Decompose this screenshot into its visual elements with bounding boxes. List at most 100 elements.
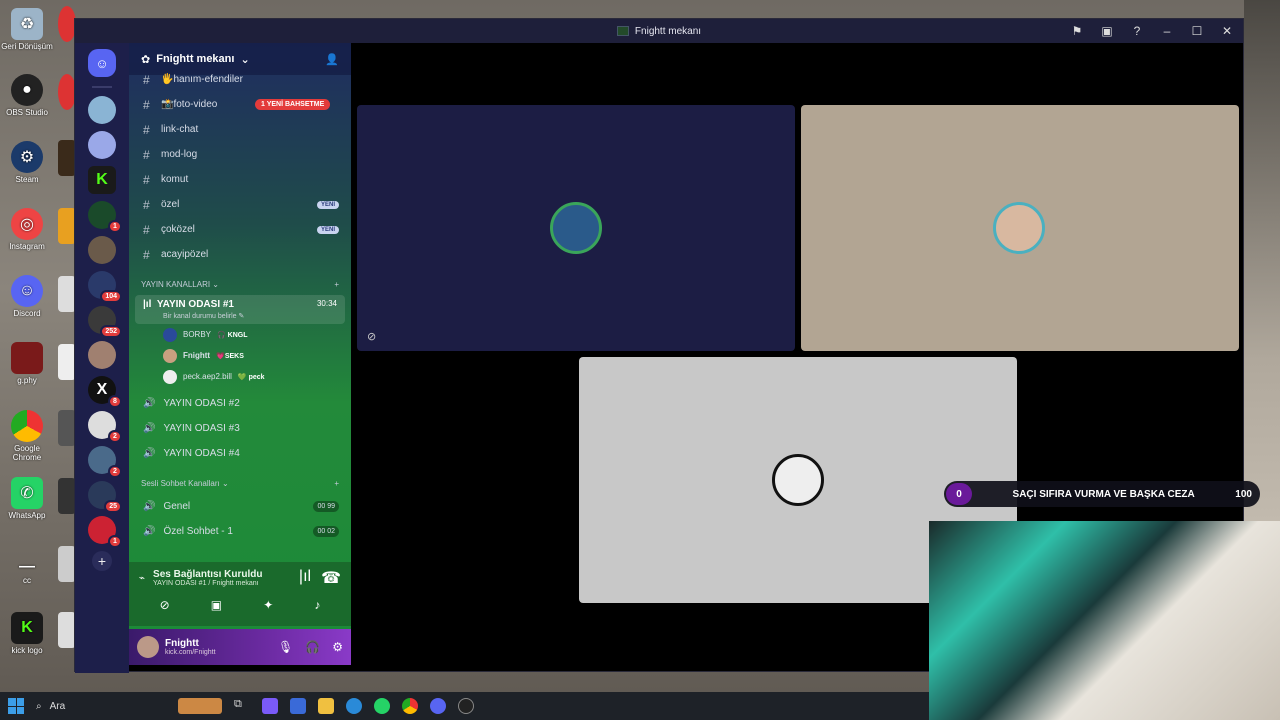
settings-gear-icon[interactable]: ⚙ xyxy=(332,640,343,654)
server-icon[interactable] xyxy=(88,341,116,369)
channel-status-prompt[interactable]: Bir kanal durumu belirle xyxy=(163,313,237,320)
voice-timer: 30:34 xyxy=(316,299,337,308)
server-icon[interactable] xyxy=(88,96,116,124)
server-icon[interactable]: 1 xyxy=(88,201,122,233)
desktop-icon-cc[interactable]: — cc xyxy=(0,558,54,585)
store-icon[interactable] xyxy=(290,698,306,714)
server-icon[interactable]: 2 xyxy=(88,411,122,443)
voice-user[interactable]: peck.aep2.bill 💚 peck xyxy=(129,366,351,387)
server-folder-icon[interactable]: 25 xyxy=(88,481,122,513)
channel-name: 🖐️hanım-efendiler xyxy=(161,74,243,85)
desktop-icon-chrome[interactable]: Google Chrome xyxy=(0,410,54,462)
voice-channel[interactable]: 🔊 Özel Sohbet - 1 00 02 xyxy=(129,519,351,544)
desktop-icon-steam[interactable]: ⚙ Steam xyxy=(0,141,54,184)
user-status: kick.com/Fnightt xyxy=(165,649,216,656)
avatar xyxy=(163,369,177,384)
desktop-icon-label: kick logo xyxy=(11,646,43,655)
desktop-icon-instagram[interactable]: ◎ Instagram xyxy=(0,208,54,251)
close-button[interactable]: ✕ xyxy=(1219,24,1235,38)
add-channel-icon[interactable]: + xyxy=(334,479,339,488)
channel-link-chat[interactable]: # link-chat xyxy=(129,117,351,142)
camera-off-icon[interactable]: ⊘ xyxy=(160,598,170,612)
voice-user-name: Fnightt xyxy=(183,351,211,360)
add-server-icon[interactable]: + xyxy=(92,551,112,571)
avatar[interactable] xyxy=(137,636,159,658)
task-view-icon[interactable]: ⧉ xyxy=(234,698,250,714)
signal-icon[interactable]: ⌁ xyxy=(139,573,145,584)
desktop-icon-gphy[interactable]: g.phy xyxy=(0,342,54,385)
headphones-icon[interactable]: 🎧 xyxy=(305,640,320,654)
discord-home-icon[interactable]: ☺ xyxy=(88,49,116,77)
server-folder-icon[interactable]: 104 xyxy=(88,271,122,303)
obs-icon[interactable] xyxy=(458,698,474,714)
channel-hanim-efendiler[interactable]: # 🖐️hanım-efendiler xyxy=(129,67,351,92)
x-server-icon[interactable]: X8 xyxy=(88,376,122,408)
windows-start-icon[interactable] xyxy=(8,698,24,714)
chrome-icon[interactable] xyxy=(402,698,418,714)
channel-mod-log[interactable]: # mod-log xyxy=(129,142,351,167)
flag-icon[interactable]: ⚑ xyxy=(1069,24,1085,38)
channel-name: komut xyxy=(161,174,189,185)
pencil-icon[interactable]: ✎ xyxy=(239,313,245,320)
user-name[interactable]: Fnightt xyxy=(165,638,216,649)
desktop-icon-label: g.phy xyxy=(17,376,37,385)
server-icon[interactable]: 2 xyxy=(88,446,122,478)
kick-server-icon[interactable]: K xyxy=(88,166,116,194)
channel-cokozel[interactable]: # çoközel YENİ xyxy=(129,217,351,242)
minimize-button[interactable]: – xyxy=(1159,24,1175,38)
voice-channel[interactable]: 🔊 YAYIN ODASI #4 xyxy=(129,441,351,466)
connection-status[interactable]: Ses Bağlantısı Kuruldu xyxy=(153,569,262,580)
webcam-overlay xyxy=(929,521,1280,720)
disconnect-icon[interactable]: ☎ xyxy=(321,568,341,588)
avatar xyxy=(163,348,177,363)
server-folder-icon[interactable]: 252 xyxy=(88,306,122,338)
desktop-icon-whatsapp[interactable]: ✆ WhatsApp xyxy=(0,477,54,520)
channel-ozel[interactable]: # özel YENİ xyxy=(129,192,351,217)
server-icon[interactable] xyxy=(88,131,116,159)
title-bar: Fnightt mekanı ⚑ ▣ ? – ☐ ✕ xyxy=(75,19,1243,43)
server-icon[interactable]: 1 xyxy=(88,516,122,548)
add-channel-icon[interactable]: + xyxy=(334,280,339,289)
server-icon[interactable] xyxy=(88,236,116,264)
chrome-icon xyxy=(11,410,43,442)
screen-share-icon[interactable]: ▣ xyxy=(211,598,222,612)
edge-icon[interactable] xyxy=(346,698,362,714)
voice-channel[interactable]: 🔊 YAYIN ODASI #2 xyxy=(129,391,351,416)
voice-channel[interactable]: 🔊 Genel 00 99 xyxy=(129,494,351,519)
category-streams[interactable]: YAYIN KANALLARI ⌄ + xyxy=(129,273,351,295)
desktop-icon-kick[interactable]: Kkick logo xyxy=(0,612,54,655)
file-explorer-icon[interactable] xyxy=(318,698,334,714)
voice-user[interactable]: Fnightt 💗SEKS xyxy=(129,345,351,366)
voice-connection-panel: ⌁ Ses Bağlantısı Kuruldu YAYIN ODASI #1 /… xyxy=(129,562,351,626)
voice-user[interactable]: BORBY 🎧 KNGL xyxy=(129,324,351,345)
soundboard-icon[interactable]: ♪ xyxy=(314,598,320,612)
noise-suppression-icon[interactable]: |ıl xyxy=(299,568,311,588)
connection-channel[interactable]: YAYIN ODASI #1 / Fnightt mekanı xyxy=(153,580,262,587)
desktop-icon-recycle[interactable]: ♻ Geri Dönüşüm xyxy=(0,8,54,51)
video-tile-fnightt[interactable] xyxy=(801,105,1239,351)
new-mention-pill[interactable]: 1 YENİ BAHSETME xyxy=(255,99,331,110)
category-label: YAYIN KANALLARI xyxy=(141,279,211,289)
invite-icon[interactable]: 👤 xyxy=(325,53,339,66)
widget-icon[interactable] xyxy=(178,698,222,714)
voice-channel[interactable]: 🔊 YAYIN ODASI #3 xyxy=(129,416,351,441)
voice-user-name: peck.aep2.bill xyxy=(183,372,232,381)
channel-name: 📸foto-video xyxy=(161,99,218,110)
maximize-button[interactable]: ☐ xyxy=(1189,24,1205,38)
channel-komut[interactable]: # komut xyxy=(129,167,351,192)
video-tile-borby[interactable]: ⊘ xyxy=(357,105,795,351)
desktop-icon-obs[interactable]: ● OBS Studio xyxy=(0,74,54,117)
whatsapp-icon[interactable] xyxy=(374,698,390,714)
copilot-icon[interactable] xyxy=(262,698,278,714)
screen-share-icon[interactable]: ▣ xyxy=(1099,24,1115,38)
desktop-icon-discord[interactable]: ☺ Discord xyxy=(0,275,54,318)
channel-acayipozel[interactable]: # acayipözel xyxy=(129,242,351,267)
voice-channel-active[interactable]: |ıl YAYIN ODASI #1 30:34 Bir kanal durumu… xyxy=(135,295,345,324)
microphone-icon[interactable]: 🎙 xyxy=(278,640,293,654)
activities-icon[interactable]: ✦ xyxy=(263,598,273,612)
taskbar-search[interactable]: ⌕ Ara xyxy=(36,701,166,712)
desktop-icon-label: Instagram xyxy=(9,242,45,251)
category-chat[interactable]: Sesli Sohbet Kanalları ⌄ + xyxy=(129,472,351,494)
help-icon[interactable]: ? xyxy=(1129,24,1145,38)
discord-icon[interactable] xyxy=(430,698,446,714)
